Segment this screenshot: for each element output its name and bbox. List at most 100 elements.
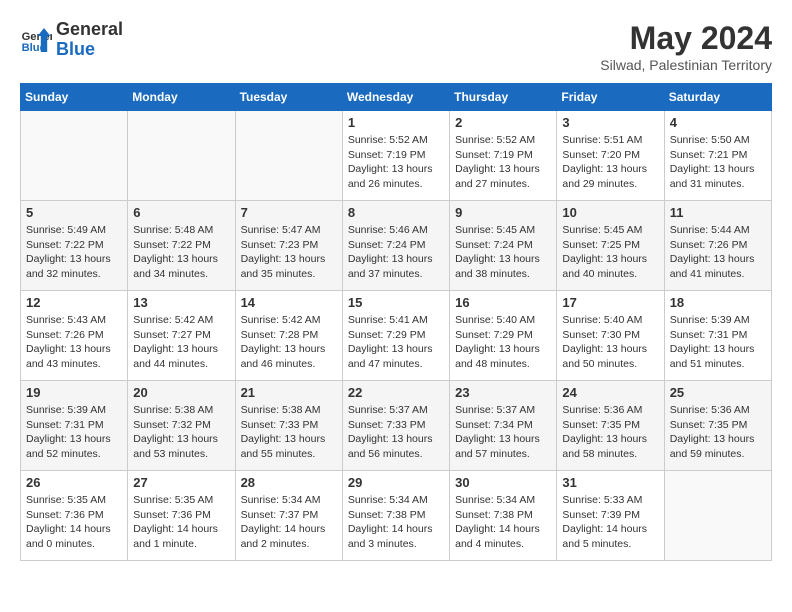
- day-info: Sunrise: 5:44 AM Sunset: 7:26 PM Dayligh…: [670, 223, 766, 282]
- day-info: Sunrise: 5:38 AM Sunset: 7:32 PM Dayligh…: [133, 403, 229, 462]
- day-number: 10: [562, 205, 658, 220]
- month-title: May 2024: [600, 20, 772, 57]
- day-number: 12: [26, 295, 122, 310]
- day-info: Sunrise: 5:51 AM Sunset: 7:20 PM Dayligh…: [562, 133, 658, 192]
- calendar-cell: 29Sunrise: 5:34 AM Sunset: 7:38 PM Dayli…: [342, 471, 449, 561]
- day-number: 23: [455, 385, 551, 400]
- day-info: Sunrise: 5:42 AM Sunset: 7:27 PM Dayligh…: [133, 313, 229, 372]
- calendar-cell: [664, 471, 771, 561]
- calendar-week-3: 12Sunrise: 5:43 AM Sunset: 7:26 PM Dayli…: [21, 291, 772, 381]
- page-header: General Blue General Blue May 2024 Silwa…: [20, 20, 772, 73]
- calendar-cell: 3 Sunrise: 5:51 AM Sunset: 7:20 PM Daylig…: [557, 111, 664, 201]
- day-info: Sunrise: 5:48 AM Sunset: 7:22 PM Dayligh…: [133, 223, 229, 282]
- calendar-cell: 16 Sunrise: 5:40 AM Sunset: 7:29 PM Dayli…: [450, 291, 557, 381]
- calendar-cell: [21, 111, 128, 201]
- day-number: 22: [348, 385, 444, 400]
- day-number: 11: [670, 205, 766, 220]
- calendar-cell: 9 Sunrise: 5:45 AM Sunset: 7:24 PM Daylig…: [450, 201, 557, 291]
- calendar-cell: 26Sunrise: 5:35 AM Sunset: 7:36 PM Dayli…: [21, 471, 128, 561]
- day-of-week-sunday: Sunday: [21, 84, 128, 111]
- calendar-week-1: 1 Sunrise: 5:52 AM Sunset: 7:19 PM Daylig…: [21, 111, 772, 201]
- calendar-cell: 2Sunrise: 5:52 AM Sunset: 7:19 PM Daylig…: [450, 111, 557, 201]
- title-block: May 2024 Silwad, Palestinian Territory: [600, 20, 772, 73]
- logo: General Blue General Blue: [20, 20, 123, 60]
- calendar-cell: 17Sunrise: 5:40 AM Sunset: 7:30 PM Dayli…: [557, 291, 664, 381]
- day-number: 21: [241, 385, 337, 400]
- calendar-cell: 6 Sunrise: 5:48 AM Sunset: 7:22 PM Daylig…: [128, 201, 235, 291]
- day-info: Sunrise: 5:46 AM Sunset: 7:24 PM Dayligh…: [348, 223, 444, 282]
- day-number: 2: [455, 115, 551, 130]
- day-info: Sunrise: 5:40 AM Sunset: 7:29 PM Dayligh…: [455, 313, 551, 372]
- day-number: 1: [348, 115, 444, 130]
- calendar-cell: [235, 111, 342, 201]
- day-number: 14: [241, 295, 337, 310]
- day-of-week-saturday: Saturday: [664, 84, 771, 111]
- day-info: Sunrise: 5:45 AM Sunset: 7:24 PM Dayligh…: [455, 223, 551, 282]
- day-info: Sunrise: 5:35 AM Sunset: 7:36 PM Dayligh…: [26, 493, 122, 552]
- day-number: 13: [133, 295, 229, 310]
- calendar-cell: 15Sunrise: 5:41 AM Sunset: 7:29 PM Dayli…: [342, 291, 449, 381]
- day-info: Sunrise: 5:45 AM Sunset: 7:25 PM Dayligh…: [562, 223, 658, 282]
- calendar-table: SundayMondayTuesdayWednesdayThursdayFrid…: [20, 83, 772, 561]
- calendar-cell: 1 Sunrise: 5:52 AM Sunset: 7:19 PM Daylig…: [342, 111, 449, 201]
- calendar-cell: 14 Sunrise: 5:42 AM Sunset: 7:28 PM Dayli…: [235, 291, 342, 381]
- day-of-week-monday: Monday: [128, 84, 235, 111]
- calendar-header-row: SundayMondayTuesdayWednesdayThursdayFrid…: [21, 84, 772, 111]
- logo-icon: General Blue: [20, 24, 52, 56]
- day-number: 27: [133, 475, 229, 490]
- day-of-week-tuesday: Tuesday: [235, 84, 342, 111]
- day-info: Sunrise: 5:52 AM Sunset: 7:19 PM Dayligh…: [348, 133, 444, 192]
- day-info: Sunrise: 5:39 AM Sunset: 7:31 PM Dayligh…: [670, 313, 766, 372]
- day-number: 8: [348, 205, 444, 220]
- day-number: 16: [455, 295, 551, 310]
- day-number: 15: [348, 295, 444, 310]
- logo-blue: Blue: [56, 39, 95, 59]
- calendar-cell: 19Sunrise: 5:39 AM Sunset: 7:31 PM Dayli…: [21, 381, 128, 471]
- day-number: 20: [133, 385, 229, 400]
- calendar-cell: 8 Sunrise: 5:46 AM Sunset: 7:24 PM Daylig…: [342, 201, 449, 291]
- day-number: 9: [455, 205, 551, 220]
- calendar-cell: 22Sunrise: 5:37 AM Sunset: 7:33 PM Dayli…: [342, 381, 449, 471]
- day-number: 7: [241, 205, 337, 220]
- calendar-cell: [128, 111, 235, 201]
- day-info: Sunrise: 5:38 AM Sunset: 7:33 PM Dayligh…: [241, 403, 337, 462]
- calendar-cell: 31 Sunrise: 5:33 AM Sunset: 7:39 PM Dayli…: [557, 471, 664, 561]
- day-info: Sunrise: 5:35 AM Sunset: 7:36 PM Dayligh…: [133, 493, 229, 552]
- calendar-cell: 13 Sunrise: 5:42 AM Sunset: 7:27 PM Dayli…: [128, 291, 235, 381]
- calendar-cell: 4Sunrise: 5:50 AM Sunset: 7:21 PM Daylig…: [664, 111, 771, 201]
- calendar-cell: 10 Sunrise: 5:45 AM Sunset: 7:25 PM Dayli…: [557, 201, 664, 291]
- calendar-cell: 18Sunrise: 5:39 AM Sunset: 7:31 PM Dayli…: [664, 291, 771, 381]
- day-number: 4: [670, 115, 766, 130]
- logo-general: General: [56, 19, 123, 39]
- day-info: Sunrise: 5:42 AM Sunset: 7:28 PM Dayligh…: [241, 313, 337, 372]
- day-info: Sunrise: 5:40 AM Sunset: 7:30 PM Dayligh…: [562, 313, 658, 372]
- calendar-cell: 7 Sunrise: 5:47 AM Sunset: 7:23 PM Daylig…: [235, 201, 342, 291]
- day-of-week-wednesday: Wednesday: [342, 84, 449, 111]
- day-info: Sunrise: 5:36 AM Sunset: 7:35 PM Dayligh…: [670, 403, 766, 462]
- day-info: Sunrise: 5:33 AM Sunset: 7:39 PM Dayligh…: [562, 493, 658, 552]
- day-number: 25: [670, 385, 766, 400]
- calendar-cell: 23Sunrise: 5:37 AM Sunset: 7:34 PM Dayli…: [450, 381, 557, 471]
- day-of-week-friday: Friday: [557, 84, 664, 111]
- day-number: 6: [133, 205, 229, 220]
- day-info: Sunrise: 5:34 AM Sunset: 7:37 PM Dayligh…: [241, 493, 337, 552]
- calendar-cell: 11 Sunrise: 5:44 AM Sunset: 7:26 PM Dayli…: [664, 201, 771, 291]
- day-number: 29: [348, 475, 444, 490]
- day-number: 5: [26, 205, 122, 220]
- day-number: 31: [562, 475, 658, 490]
- logo-text: General Blue: [56, 20, 123, 60]
- calendar-week-5: 26Sunrise: 5:35 AM Sunset: 7:36 PM Dayli…: [21, 471, 772, 561]
- day-number: 30: [455, 475, 551, 490]
- calendar-body: 1 Sunrise: 5:52 AM Sunset: 7:19 PM Daylig…: [21, 111, 772, 561]
- location-text: Silwad, Palestinian Territory: [600, 57, 772, 73]
- calendar-cell: 21 Sunrise: 5:38 AM Sunset: 7:33 PM Dayli…: [235, 381, 342, 471]
- day-info: Sunrise: 5:49 AM Sunset: 7:22 PM Dayligh…: [26, 223, 122, 282]
- calendar-cell: 30Sunrise: 5:34 AM Sunset: 7:38 PM Dayli…: [450, 471, 557, 561]
- day-info: Sunrise: 5:47 AM Sunset: 7:23 PM Dayligh…: [241, 223, 337, 282]
- day-number: 3: [562, 115, 658, 130]
- calendar-cell: 27 Sunrise: 5:35 AM Sunset: 7:36 PM Dayli…: [128, 471, 235, 561]
- day-info: Sunrise: 5:39 AM Sunset: 7:31 PM Dayligh…: [26, 403, 122, 462]
- day-info: Sunrise: 5:36 AM Sunset: 7:35 PM Dayligh…: [562, 403, 658, 462]
- calendar-cell: 20 Sunrise: 5:38 AM Sunset: 7:32 PM Dayli…: [128, 381, 235, 471]
- day-number: 24: [562, 385, 658, 400]
